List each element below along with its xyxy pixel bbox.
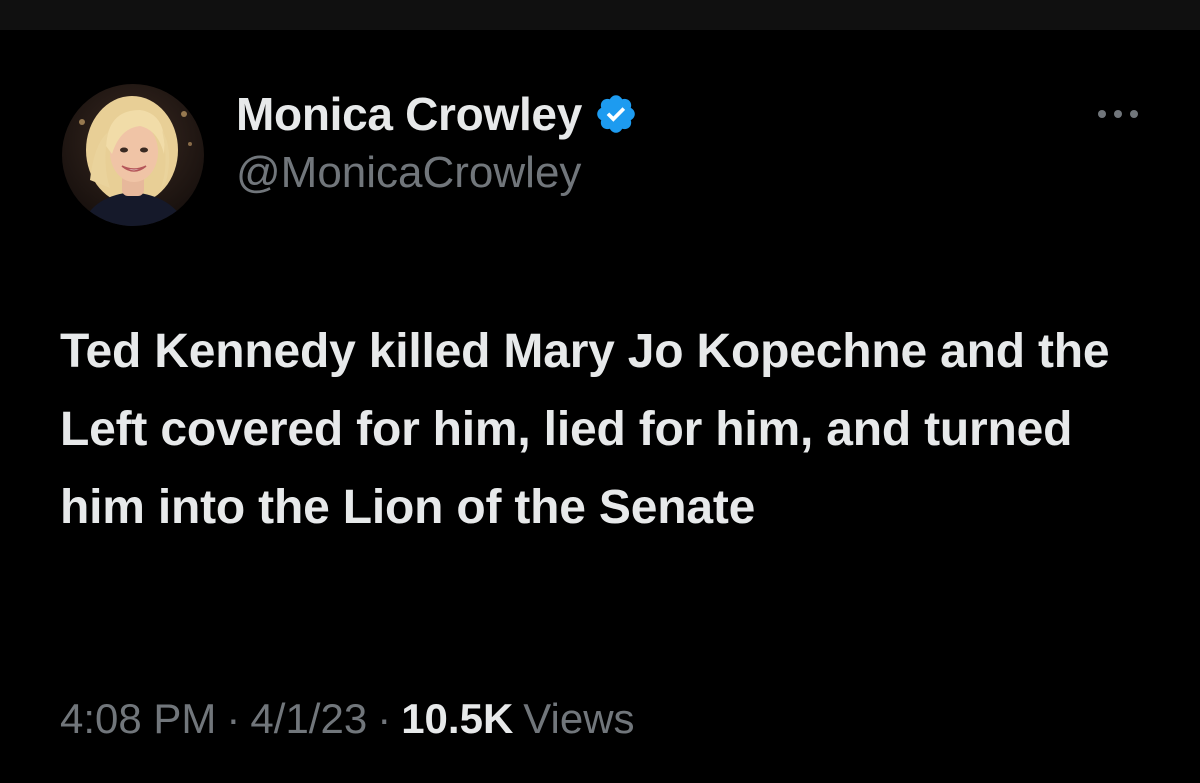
meta-separator: · (226, 695, 241, 742)
avatar-photo (62, 84, 204, 226)
top-band (0, 0, 1200, 30)
views-count[interactable]: 10.5K (401, 695, 513, 743)
meta-separator: · (377, 695, 392, 742)
tweet-text: Ted Kennedy killed Mary Jo Kopechne and … (60, 325, 1110, 534)
tweet-date[interactable]: 4/1/23 (250, 695, 367, 743)
author-handle[interactable]: @MonicaCrowley (236, 148, 638, 198)
author-name-row: Monica Crowley (236, 82, 638, 146)
views-label: Views (523, 695, 635, 742)
avatar[interactable] (62, 84, 204, 226)
author-display-name[interactable]: Monica Crowley (236, 87, 582, 141)
more-options-button[interactable] (1094, 102, 1142, 126)
tweet-time[interactable]: 4:08 PM (60, 695, 216, 743)
more-options-icon (1098, 110, 1138, 118)
verified-badge-icon[interactable] (594, 92, 638, 136)
author-block: Monica Crowley @MonicaCrowley (236, 82, 638, 198)
tweet-card: Monica Crowley @MonicaCrowley Ted Kenned… (0, 30, 1200, 783)
tweet-meta: 4:08 PM · 4/1/23 · 10.5K Views (60, 695, 635, 743)
